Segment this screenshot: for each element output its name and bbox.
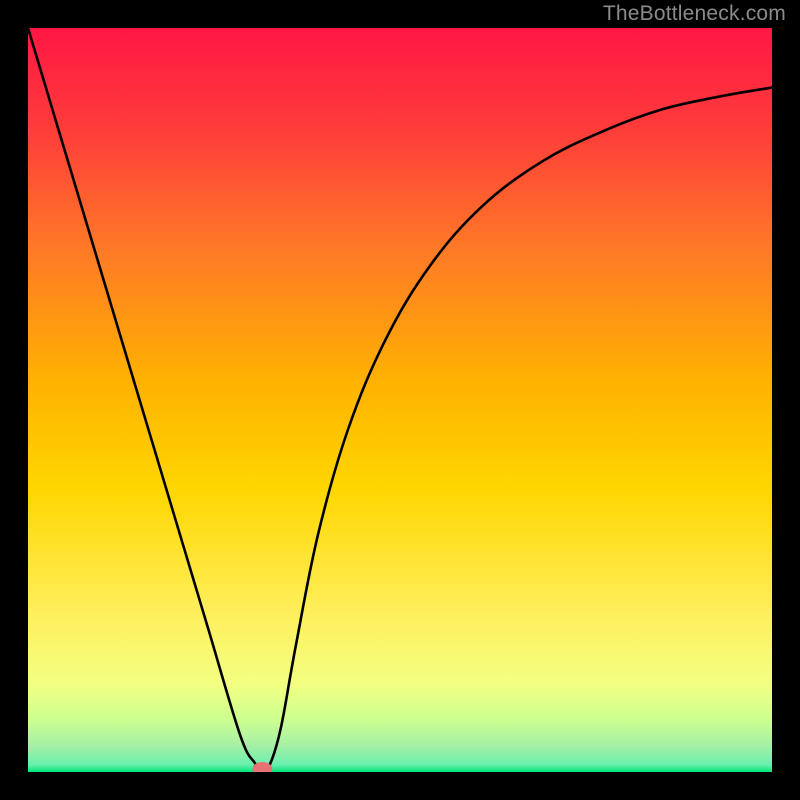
watermark-text: TheBottleneck.com: [603, 2, 786, 26]
bottleneck-chart: [28, 28, 772, 772]
chart-frame: TheBottleneck.com: [0, 0, 800, 800]
